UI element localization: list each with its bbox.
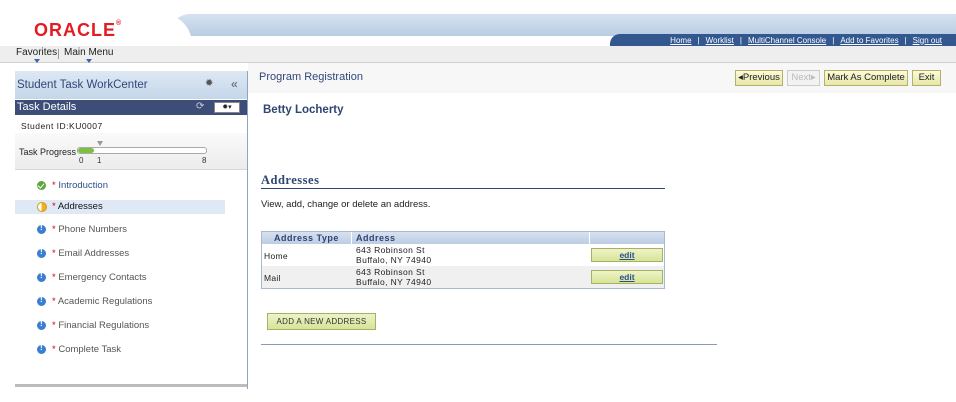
chevron-down-icon (85, 59, 92, 63)
progress-start: 0 (79, 156, 84, 165)
progress-fill (78, 148, 94, 153)
favorites-menu[interactable]: Favorites (16, 47, 57, 63)
student-name: Betty Locherty (263, 104, 344, 116)
table-row: Home 643 Robinson St Buffalo, NY 74940 e… (262, 244, 664, 266)
section-description: View, add, change or delete an address. (261, 199, 431, 210)
table-header: Address Type Address (262, 232, 664, 244)
step-label: Complete Task (58, 344, 122, 355)
task-details-bar: Task Details ⟳ ✹▾ (15, 100, 247, 115)
address-line1: 643 Robinson St (356, 267, 425, 277)
edit-button[interactable]: edit (591, 248, 663, 262)
menu-divider (58, 49, 59, 59)
chevron-down-icon (33, 59, 40, 63)
alert-icon (37, 247, 46, 258)
page-title: Program Registration (259, 71, 363, 83)
step-academic-regulations[interactable]: * Academic Regulations (15, 295, 225, 309)
edit-button[interactable]: edit (591, 270, 663, 284)
step-label: Phone Numbers (58, 224, 127, 235)
column-header-address: Address (356, 233, 396, 243)
task-details-title: Task Details (17, 101, 77, 113)
bottom-divider (261, 344, 717, 345)
content-toolbar: Program Registration ◂Previous Next▸ Mar… (248, 63, 956, 93)
step-introduction[interactable]: * Introduction (15, 179, 225, 193)
step-label: Financial Regulations (58, 320, 150, 331)
gear-icon[interactable]: ✹ (205, 79, 215, 89)
panel-scrollbar[interactable] (15, 384, 247, 387)
mark-as-complete-button[interactable]: Mark As Complete (824, 70, 908, 86)
student-id: Student ID:KU0007 (21, 121, 103, 131)
address-type: Home (264, 251, 288, 261)
step-email-addresses[interactable]: * Email Addresses (15, 247, 225, 261)
step-label: Emergency Contacts (58, 272, 147, 283)
task-options-button[interactable]: ✹▾ (214, 102, 240, 113)
table-row: Mail 643 Robinson St Buffalo, NY 74940 e… (262, 266, 664, 288)
step-label: Addresses (57, 201, 103, 212)
home-link[interactable]: Home (664, 36, 697, 45)
refresh-icon[interactable]: ⟳ (196, 101, 204, 112)
main-menu[interactable]: Main Menu (64, 47, 113, 63)
step-label: Email Addresses (58, 248, 130, 259)
alert-icon (37, 223, 46, 234)
step-addresses[interactable]: * Addresses (15, 200, 225, 214)
address-line2: Buffalo, NY 74940 (356, 255, 432, 265)
alert-icon (37, 271, 46, 282)
section-divider (261, 188, 665, 189)
step-emergency-contacts[interactable]: * Emergency Contacts (15, 271, 225, 285)
top-links: Home | Worklist | MultiChannel Console | Ad… (610, 34, 956, 46)
add-to-favorites-link[interactable]: Add to Favorites (834, 36, 904, 45)
in-progress-icon (37, 202, 47, 212)
task-progress-label: Task Progress (19, 147, 77, 157)
step-financial-regulations[interactable]: * Financial Regulations (15, 319, 225, 333)
menu-bar: Favorites Main Menu (0, 46, 956, 63)
step-complete-task[interactable]: * Complete Task (15, 343, 225, 357)
progress-bar (77, 147, 207, 154)
progress-marker-icon (97, 141, 103, 146)
step-label: Introduction (58, 180, 108, 191)
worklist-link[interactable]: Worklist (700, 36, 740, 45)
alert-icon (37, 343, 46, 354)
address-line2: Buffalo, NY 74940 (356, 277, 432, 287)
step-label: Academic Regulations (57, 296, 153, 307)
add-new-address-button[interactable]: ADD A NEW ADDRESS (267, 313, 376, 330)
panel-header: Student Task WorkCenter ✹ « (15, 71, 247, 99)
exit-button[interactable]: Exit (912, 70, 941, 86)
alert-icon (37, 319, 46, 330)
sign-out-link[interactable]: Sign out (907, 36, 948, 45)
task-workcenter-panel: Student Task WorkCenter ✹ « Task Details… (15, 71, 248, 389)
step-phone-numbers[interactable]: * Phone Numbers (15, 223, 225, 237)
oracle-logo: ORACLE® (34, 20, 123, 40)
multichannel-console-link[interactable]: MultiChannel Console (742, 36, 832, 45)
address-type: Mail (264, 273, 281, 283)
collapse-icon[interactable]: « (231, 78, 238, 90)
alert-icon (37, 295, 46, 306)
address-table: Address Type Address Home 643 Robinson S… (261, 231, 665, 289)
panel-title: Student Task WorkCenter (17, 79, 148, 91)
next-button: Next▸ (787, 70, 820, 86)
column-header-address-type: Address Type (274, 233, 339, 243)
address-line1: 643 Robinson St (356, 245, 425, 255)
header-band (170, 14, 956, 36)
check-icon (37, 181, 46, 190)
section-title: Addresses (261, 173, 320, 187)
previous-button[interactable]: ◂Previous (735, 70, 783, 86)
header: ORACLE® Home | Worklist | MultiChannel Con… (0, 0, 956, 46)
progress-current: 1 (97, 156, 102, 165)
task-progress: Task Progress 0 1 8 (15, 133, 247, 170)
progress-end: 8 (202, 156, 207, 165)
